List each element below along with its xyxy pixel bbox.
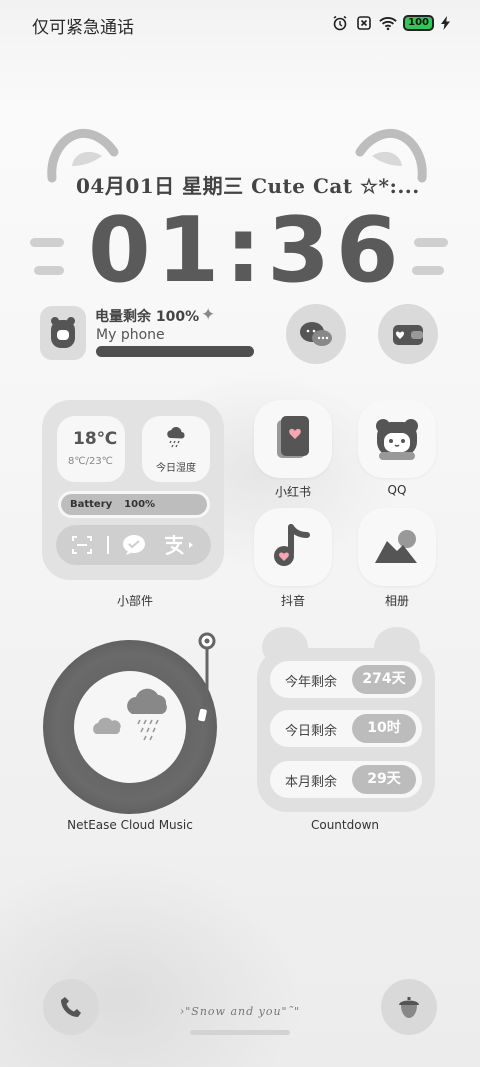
home-indicator[interactable]: [190, 1030, 290, 1035]
wechat-pay-icon[interactable]: [120, 531, 148, 559]
phone-icon: [61, 997, 81, 1017]
countdown-widget-label: Countdown: [310, 818, 379, 832]
widget-battery-label: Battery: [70, 499, 113, 510]
countdown-row-day: 今日剩余 10时: [270, 710, 422, 747]
music-note-icon: [274, 524, 310, 566]
alarm-icon: [331, 14, 349, 32]
camera-shortcut-button[interactable]: [381, 979, 437, 1035]
whisker-right-bottom: [412, 266, 444, 275]
sparkle-icon: ✦: [201, 305, 216, 325]
shortcut-divider: [106, 536, 109, 554]
widget-battery-fill: Battery 100%: [61, 494, 207, 515]
tonearm-icon[interactable]: [194, 632, 220, 726]
countdown-day-label: 今日剩余: [285, 724, 338, 739]
wallet-button[interactable]: [378, 304, 438, 364]
app-gallery-label: 相册: [384, 594, 409, 608]
chat-bubbles-icon: [300, 322, 332, 346]
app-douyin[interactable]: [254, 508, 332, 586]
countdown-row-month: 本月剩余 29天: [270, 761, 422, 798]
sim-off-icon: [355, 14, 373, 32]
humidity-label: 今日湿度: [156, 463, 196, 474]
dock-caption: ›"Snow and you"˜": [179, 1005, 301, 1018]
whisker-left-bottom: [34, 266, 64, 275]
countdown-year-label: 今年剩余: [285, 675, 338, 690]
rain-clouds-icon: [93, 688, 167, 741]
widget-battery-bar: Battery 100%: [58, 491, 210, 518]
countdown-month-value: 29天: [352, 765, 416, 794]
app-xiaohongshu[interactable]: [254, 400, 332, 478]
temperature-now: 18℃: [73, 429, 118, 449]
acorn-icon: [399, 997, 419, 1018]
whisker-left-top: [30, 238, 64, 247]
app-douyin-label: 抖音: [280, 594, 305, 608]
app-qq[interactable]: [358, 400, 436, 478]
notebook-heart-icon: [277, 416, 309, 458]
battery-icon: 100: [403, 15, 434, 31]
device-name: My phone: [96, 327, 165, 343]
countdown-year-value: 274天: [352, 665, 416, 694]
device-avatar[interactable]: [40, 306, 86, 360]
mountain-photo-icon: [375, 530, 417, 563]
countdown-row-year: 今年剩余 274天: [270, 661, 422, 698]
app-gallery[interactable]: [358, 508, 436, 586]
music-widget-label: NetEase Cloud Music: [67, 818, 193, 832]
cat-device-icon: [51, 317, 75, 348]
app-xiaohongshu-label: 小红书: [274, 485, 311, 499]
wifi-icon: [379, 14, 397, 32]
countdown-day-value: 10时: [352, 714, 416, 743]
temperature-box: [57, 416, 125, 482]
wallet-icon: [393, 325, 423, 345]
phone-shortcut-button[interactable]: [43, 979, 99, 1035]
widget-battery-value: 100%: [124, 499, 156, 510]
lock-clock: 01:36: [88, 198, 405, 303]
app-qq-label: QQ: [387, 483, 407, 497]
battery-remaining-label: 电量剩余 100%: [95, 309, 200, 325]
charging-bolt-icon: [440, 14, 450, 32]
carrier-text: 仅可紧急通话: [32, 18, 134, 38]
chat-bubble-button[interactable]: [286, 304, 346, 364]
scan-icon[interactable]: [68, 531, 96, 559]
alipay-icon[interactable]: [159, 531, 199, 559]
small-widget-label: 小部件: [116, 594, 153, 608]
battery-progress-bar: [96, 346, 254, 357]
rain-cloud-icon: [167, 426, 185, 448]
temperature-range: 8℃/23℃: [68, 456, 113, 467]
lock-date: 04月01日 星期三 Cute Cat ☆*:...: [76, 174, 420, 198]
widget-shortcuts: [56, 525, 211, 565]
whisker-right-top: [414, 238, 448, 247]
bear-hood-icon: [376, 419, 418, 460]
status-icons: 100: [331, 14, 450, 32]
countdown-month-label: 本月剩余: [285, 775, 338, 790]
